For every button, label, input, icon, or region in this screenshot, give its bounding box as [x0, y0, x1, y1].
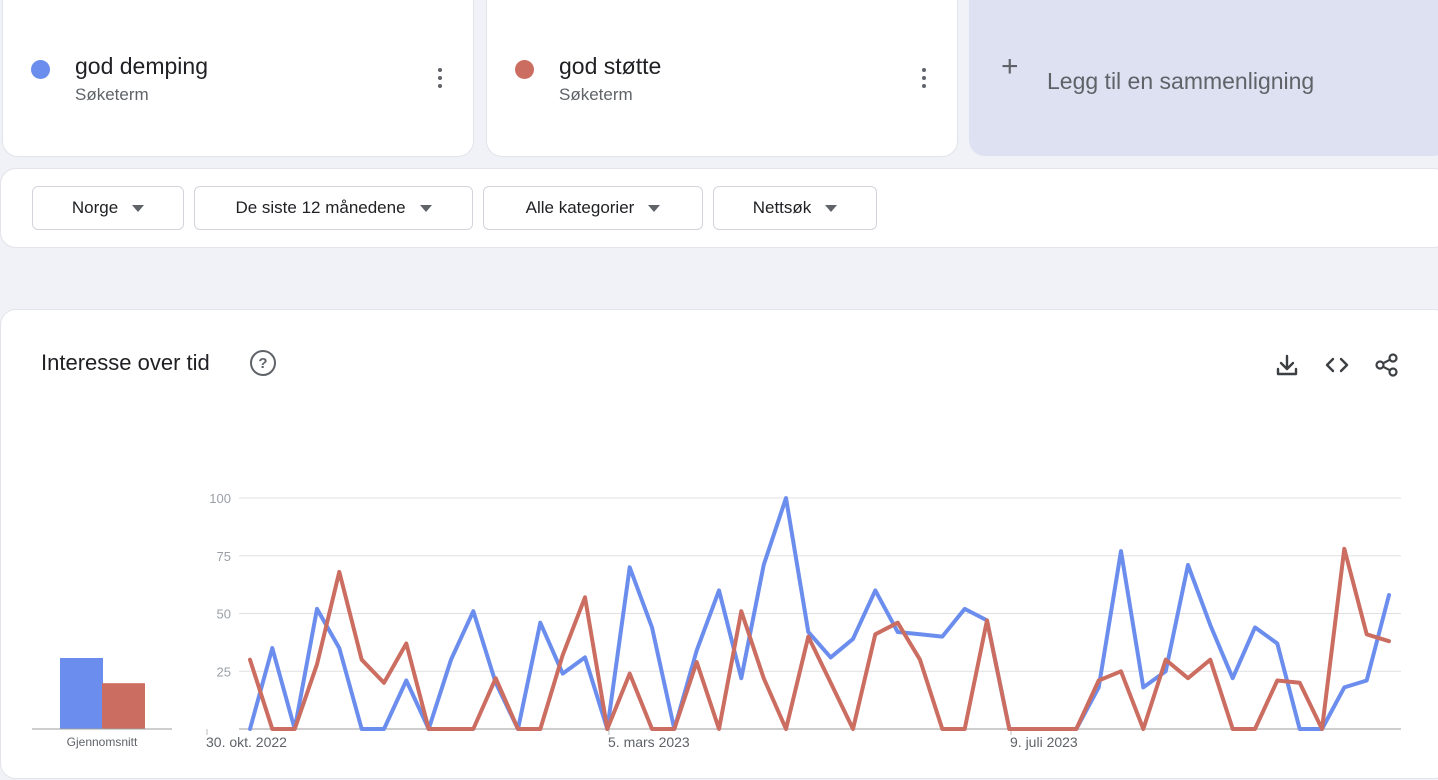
add-comparison-label: Legg til en sammenligning — [1047, 68, 1315, 94]
search-type-dropdown[interactable]: Nettsøk — [713, 186, 877, 230]
interest-over-time-card: Interesse over tid ? 25 50 75 100 30. okt. 2… — [0, 309, 1438, 779]
search-type-value: Nettsøk — [752, 198, 812, 217]
y-tick-label: 100 — [209, 491, 231, 506]
x-tick-label: 5. mars 2023 — [608, 734, 690, 750]
term-card-god-demping[interactable]: god demping Søketerm — [2, 0, 474, 157]
y-tick-label: 75 — [217, 549, 231, 564]
term-type: Søketerm — [75, 85, 149, 104]
category-dropdown[interactable]: Alle kategorier — [483, 186, 703, 230]
add-comparison-button[interactable]: + Legg til en sammenligning — [969, 0, 1438, 156]
x-tick-label: 9. juli 2023 — [1010, 734, 1078, 750]
region-value: Norge — [71, 198, 119, 217]
filter-bar: Norge De siste 12 månedene Alle kategori… — [0, 168, 1438, 248]
period-value: De siste 12 månedene — [235, 198, 406, 217]
y-tick-label: 25 — [217, 664, 231, 679]
more-options-icon[interactable] — [425, 58, 455, 98]
average-bar-god-demping — [60, 658, 103, 729]
region-dropdown[interactable]: Norge — [32, 186, 184, 230]
average-label: Gjennomsnitt — [67, 735, 138, 749]
term-type: Søketerm — [559, 85, 633, 104]
caret-down-icon — [132, 204, 145, 212]
caret-down-icon — [419, 204, 432, 212]
category-value: Alle kategorier — [525, 198, 635, 217]
caret-down-icon — [825, 204, 838, 212]
average-bar-god-stotte — [102, 683, 145, 729]
series-color-dot — [31, 60, 50, 79]
x-tick-label: 30. okt. 2022 — [206, 734, 287, 750]
y-tick-label: 50 — [217, 607, 231, 622]
plus-icon: + — [1001, 50, 1019, 83]
period-dropdown[interactable]: De siste 12 månedene — [194, 186, 473, 230]
term-name: god støtte — [559, 53, 662, 79]
interest-chart: 25 50 75 100 30. okt. 2022 5. mars 2023 9. jul… — [32, 491, 1401, 750]
more-options-icon[interactable] — [909, 58, 939, 98]
term-card-god-stotte[interactable]: god støtte Søketerm — [486, 0, 958, 157]
term-name: god demping — [75, 53, 208, 79]
series-color-dot — [515, 60, 534, 79]
caret-down-icon — [648, 204, 661, 212]
